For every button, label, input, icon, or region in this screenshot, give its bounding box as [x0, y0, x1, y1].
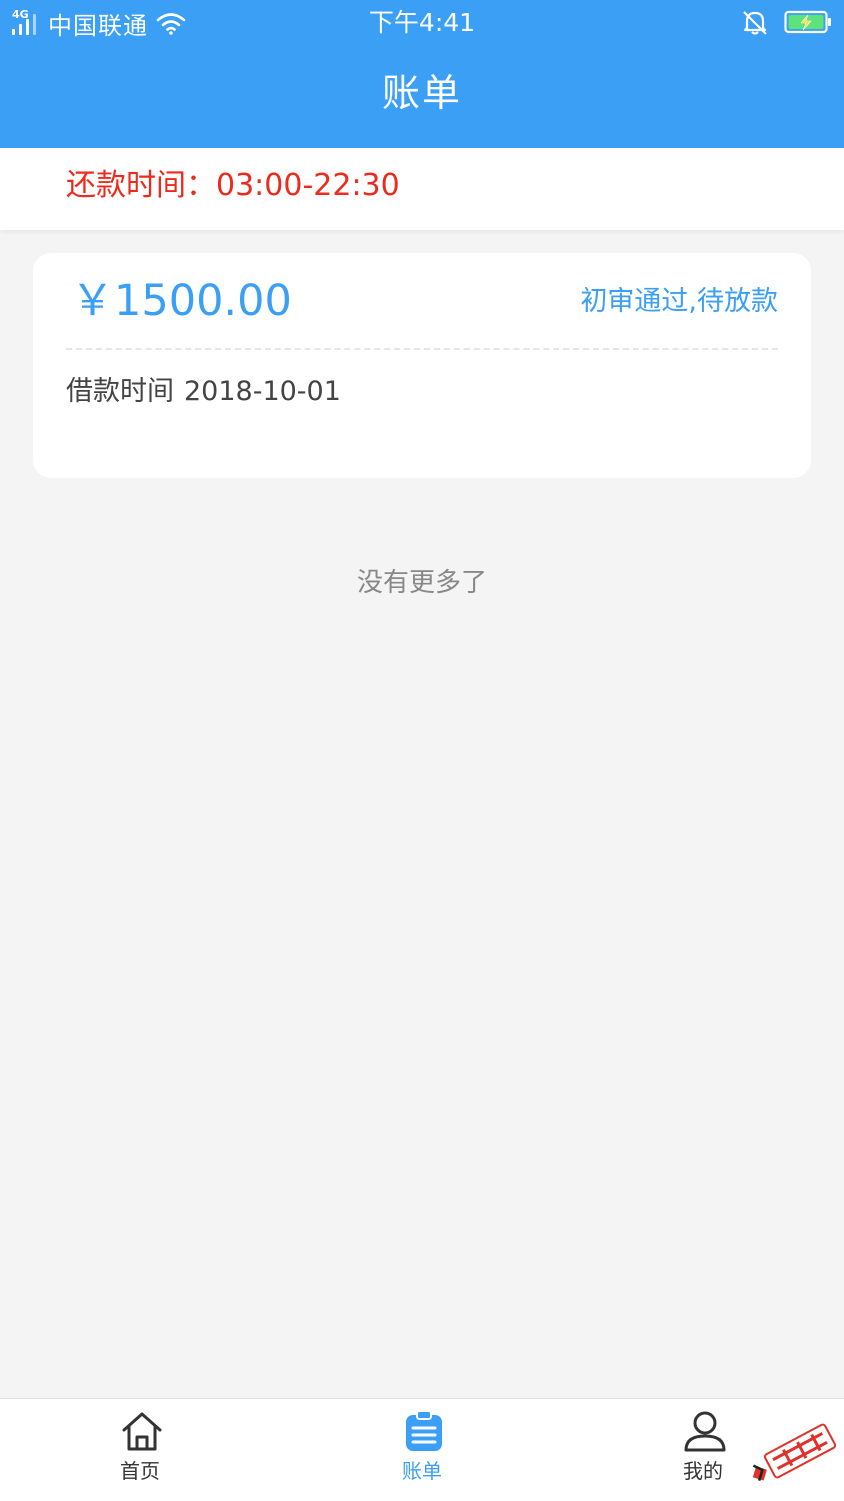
app-header: 4G 中国联通 下午4:41 账单 — [0, 0, 844, 148]
loan-date-value: 2018-10-01 — [184, 376, 341, 407]
bell-muted-icon — [743, 11, 767, 35]
status-right — [742, 8, 832, 36]
loan-date-label: 借款时间 — [66, 376, 174, 407]
watermark-logo — [752, 1423, 836, 1482]
tab-home-label: 首页 — [120, 1459, 160, 1483]
bill-icon — [406, 1410, 442, 1451]
no-more-text: 没有更多了 — [356, 568, 487, 598]
tab-bill-label: 账单 — [402, 1459, 442, 1483]
tab-bill[interactable]: 账单 — [352, 1399, 492, 1501]
user-icon — [684, 1411, 726, 1452]
repayment-time-banner: 还款时间：03:00-22:30 — [0, 148, 844, 230]
bottom-tab-bar: 首页 账单 我的 — [0, 1398, 844, 1501]
loan-amount: ￥1500.00 — [71, 276, 292, 326]
card-divider — [66, 348, 778, 350]
loan-status: 初审通过,待放款 — [580, 286, 778, 317]
home-icon — [122, 1412, 162, 1451]
page-title: 账单 — [381, 71, 462, 115]
status-time: 下午4:41 — [368, 8, 476, 37]
tab-home[interactable]: 首页 — [70, 1399, 210, 1501]
loan-date: 借款时间 2018-10-01 — [66, 373, 341, 411]
repayment-time-text: 还款时间：03:00-22:30 — [66, 168, 400, 203]
status-bar: 4G 中国联通 下午4:41 — [0, 0, 844, 46]
loan-card[interactable]: ￥1500.00 初审通过,待放款 借款时间 2018-10-01 — [33, 253, 811, 478]
battery-charging-icon — [784, 10, 831, 34]
